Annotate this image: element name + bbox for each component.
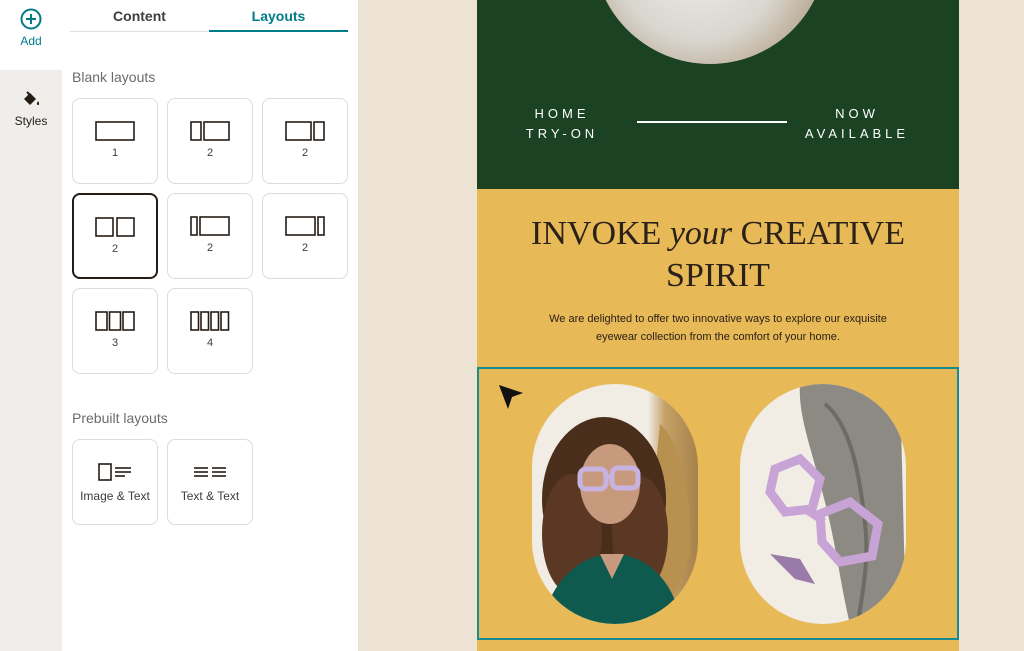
tile-label: 1	[111, 147, 119, 159]
paint-bucket-icon	[24, 91, 40, 105]
hero-section[interactable]: HOME TRY-ON NOW AVAILABLE	[477, 0, 959, 189]
layouts-panel: Content Layouts Blank layouts 1 2 2 2 2 …	[62, 0, 358, 651]
layout-tile-2-column-b[interactable]: 2	[262, 98, 348, 184]
glasses-rock-illustration	[765, 384, 906, 624]
tile-label: 2	[206, 147, 214, 159]
nav-now-available[interactable]: NOW AVAILABLE	[797, 104, 917, 144]
tab-content[interactable]: Content	[70, 0, 209, 31]
styles-label: Styles	[14, 114, 48, 128]
add-button[interactable]: Add	[0, 0, 62, 70]
layout-2-column-equal-icon	[95, 217, 135, 237]
headline[interactable]: INVOKE your CREATIVE SPIRIT	[477, 213, 959, 297]
hero-image[interactable]	[593, 0, 827, 64]
panel-tabs: Content Layouts	[70, 0, 348, 32]
text-text-icon	[194, 467, 226, 477]
layout-tile-2-column-equal[interactable]: 2	[72, 193, 158, 279]
headline-part1: INVOKE	[531, 215, 670, 252]
prebuilt-layouts-title: Prebuilt layouts	[72, 410, 168, 426]
layout-2-column-right-small-icon	[285, 216, 325, 236]
layout-2-column-left-small-icon	[190, 216, 230, 236]
portrait-image[interactable]	[532, 384, 698, 624]
tile-label: Image & Text	[80, 489, 150, 503]
layout-tile-2-column-d[interactable]: 2	[262, 193, 348, 279]
product-image[interactable]	[740, 384, 906, 624]
layout-3-column-icon	[95, 311, 135, 331]
layout-2-column-left-narrow-icon	[190, 121, 230, 141]
nav-home-try-on[interactable]: HOME TRY-ON	[517, 104, 607, 144]
layout-tile-2-column-c[interactable]: 2	[167, 193, 253, 279]
headline-italic: your	[669, 215, 733, 252]
subcopy-text[interactable]: We are delighted to offer two innovative…	[537, 310, 899, 346]
tile-label: 3	[111, 337, 119, 349]
layout-1-column-icon	[95, 121, 135, 141]
layout-4-column-icon	[190, 311, 230, 331]
styles-button[interactable]: Styles	[0, 70, 62, 140]
prebuilt-tile-text-text[interactable]: Text & Text	[167, 439, 253, 525]
tile-label: 2	[206, 242, 214, 254]
blank-layouts-title: Blank layouts	[72, 69, 156, 85]
tile-label: 2	[301, 147, 309, 159]
layout-tile-2-column-a[interactable]: 2	[167, 98, 253, 184]
image-text-icon	[98, 463, 131, 481]
layout-tile-3-column[interactable]: 3	[72, 288, 158, 374]
divider-line	[637, 121, 787, 123]
tile-label: 2	[111, 243, 119, 255]
selected-image-block[interactable]	[477, 367, 959, 640]
left-rail: Add Styles	[0, 0, 62, 651]
tile-label: Text & Text	[180, 489, 240, 503]
add-label: Add	[20, 34, 42, 48]
content-section: INVOKE your CREATIVE SPIRIT We are delig…	[477, 189, 959, 651]
prebuilt-tile-image-text[interactable]: Image & Text	[72, 439, 158, 525]
layout-tile-4-column[interactable]: 4	[167, 288, 253, 374]
tile-label: 4	[206, 337, 214, 349]
layout-tile-1-column[interactable]: 1	[72, 98, 158, 184]
portrait-illustration	[542, 417, 691, 624]
tile-label: 2	[301, 242, 309, 254]
email-preview: HOME TRY-ON NOW AVAILABLE INVOKE your CR…	[477, 0, 959, 651]
plus-circle-icon	[20, 8, 42, 30]
mouse-pointer-icon	[499, 385, 523, 409]
layout-2-column-right-narrow-icon	[285, 121, 325, 141]
tab-layouts[interactable]: Layouts	[209, 0, 348, 32]
